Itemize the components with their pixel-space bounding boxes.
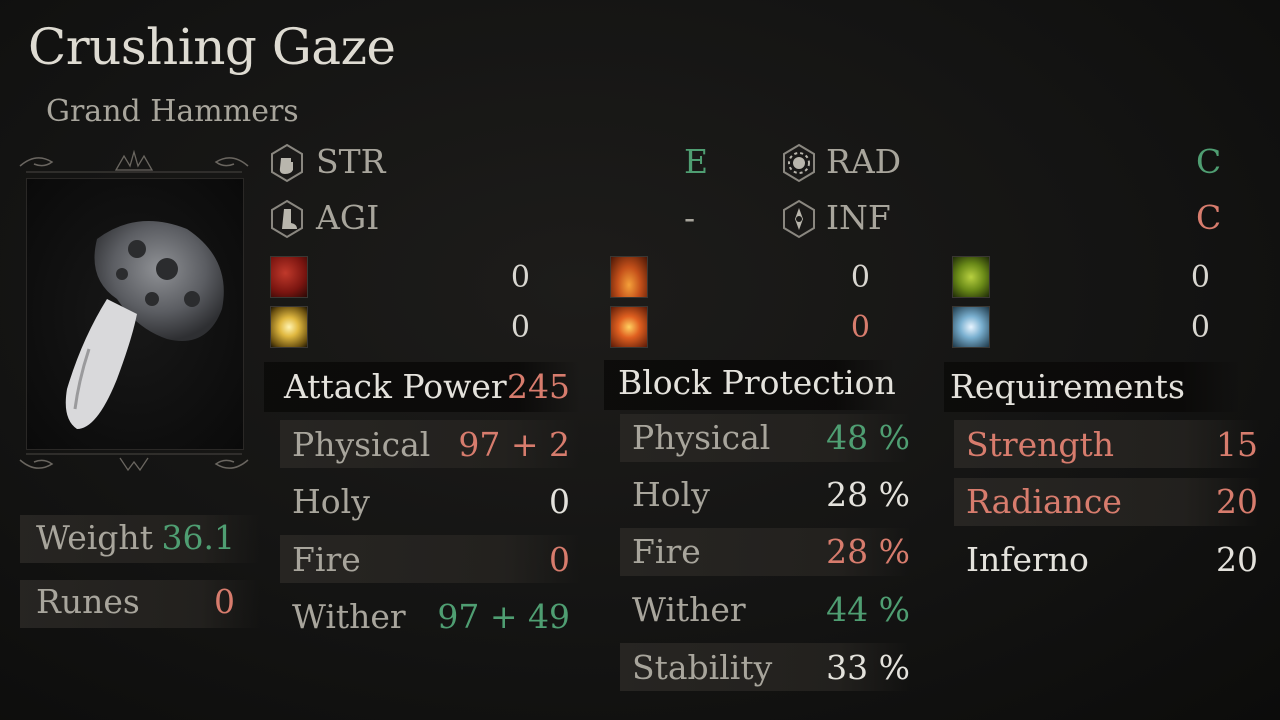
lightning-value: 0 — [510, 310, 530, 345]
req-radiance-label: Radiance — [966, 482, 1122, 521]
flame-value: 0 — [850, 260, 870, 295]
block-physical-label: Physical — [632, 418, 771, 457]
req-inferno-label: Inferno — [966, 540, 1089, 579]
scaling-grade-rad: C — [1196, 142, 1222, 181]
block-holy-value: 28 % — [826, 475, 910, 514]
attack-wither-value: 97 + 49 — [437, 597, 570, 636]
item-image-panel — [26, 178, 244, 450]
attack-holy-label: Holy — [292, 482, 370, 521]
scaling-grade-str: E — [684, 142, 709, 181]
block-fire-value: 28 % — [826, 532, 910, 571]
item-image-frame — [16, 148, 252, 478]
requirements-label: Requirements — [950, 367, 1185, 406]
attack-physical-value: 97 + 2 — [458, 425, 570, 464]
block-stability-value: 33 % — [826, 648, 910, 687]
compass-icon — [783, 199, 815, 239]
lightning-icon — [270, 306, 308, 348]
scaling-grade-agi: - — [684, 198, 696, 237]
attack-power-total: 245 — [507, 367, 570, 406]
weight-value: 36.1 — [161, 518, 235, 557]
req-strength-label: Strength — [966, 425, 1115, 464]
req-inferno-value: 20 — [1216, 540, 1258, 579]
scaling-grade-inf: C — [1196, 198, 1222, 237]
req-radiance-value: 20 — [1216, 482, 1258, 521]
hammer-image — [65, 221, 224, 429]
block-holy-label: Holy — [632, 475, 710, 514]
fist-icon — [271, 143, 303, 183]
scaling-label-agi: AGI — [316, 198, 380, 237]
bleed-icon — [270, 256, 308, 298]
frame-ornament-bottom — [19, 453, 249, 472]
attack-fire-label: Fire — [292, 540, 361, 579]
flame-icon — [610, 256, 648, 298]
block-protection-label: Block Protection — [618, 363, 896, 402]
fire-burst-icon — [610, 306, 648, 348]
weight-label: Weight — [36, 518, 153, 557]
frame-ornament-top — [19, 149, 249, 173]
block-fire-label: Fire — [632, 532, 701, 571]
item-name: Crushing Gaze — [28, 18, 396, 76]
attack-wither-label: Wither — [292, 597, 406, 636]
runes-value: 0 — [214, 582, 235, 621]
attack-holy-value: 0 — [549, 482, 570, 521]
block-stability-label: Stability — [632, 648, 773, 687]
fire-burst-value: 0 — [850, 310, 870, 345]
attack-fire-value: 0 — [549, 540, 570, 579]
block-wither-label: Wither — [632, 590, 746, 629]
poison-value: 0 — [1190, 260, 1210, 295]
bleed-value: 0 — [510, 260, 530, 295]
block-wither-value: 44 % — [826, 590, 910, 629]
block-physical-value: 48 % — [826, 418, 910, 457]
scaling-label-str: STR — [316, 142, 386, 181]
attack-physical-label: Physical — [292, 425, 431, 464]
poison-icon — [952, 256, 990, 298]
frost-value: 0 — [1190, 310, 1210, 345]
boot-icon — [271, 199, 303, 239]
frost-icon — [952, 306, 990, 348]
req-strength-value: 15 — [1216, 425, 1258, 464]
scaling-label-inf: INF — [826, 198, 891, 237]
runes-label: Runes — [36, 582, 140, 621]
sun-icon — [783, 143, 815, 183]
attack-power-label: Attack Power — [284, 367, 507, 406]
scaling-label-rad: RAD — [826, 142, 902, 181]
item-category: Grand Hammers — [46, 94, 299, 129]
